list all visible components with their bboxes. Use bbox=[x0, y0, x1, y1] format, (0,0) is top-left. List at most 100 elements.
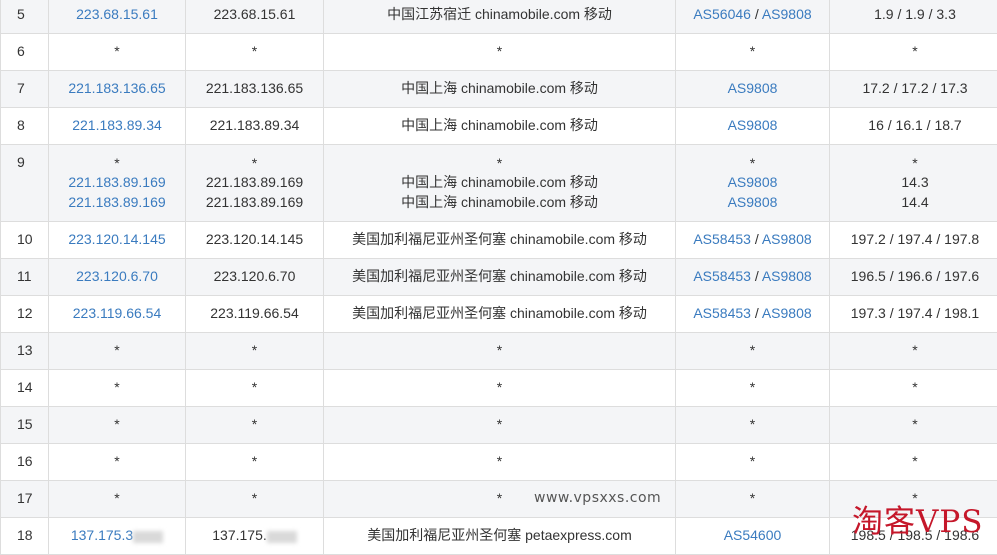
hop-number: 14 bbox=[1, 370, 49, 407]
asn-link[interactable]: AS9808 bbox=[762, 268, 812, 284]
location: 美国加利福尼亚州圣何塞 petaexpress.com bbox=[324, 518, 676, 555]
brand-watermark: 淘客VPS bbox=[852, 496, 983, 541]
ip-placeholder: * bbox=[49, 407, 186, 444]
hop-number: 11 bbox=[1, 259, 49, 296]
hostname: 221.183.89.169 bbox=[186, 193, 323, 213]
location: 中国上海 chinamobile.com 移动 bbox=[324, 173, 675, 193]
rtt: 14.4 bbox=[830, 193, 997, 213]
table-row: 17 * * * * * bbox=[1, 481, 997, 518]
hostname: 137.175. bbox=[212, 527, 267, 543]
redacted-mask bbox=[267, 531, 297, 543]
table-row: 6 * * * * * bbox=[1, 34, 997, 71]
hop-number: 13 bbox=[1, 333, 49, 370]
asn-link[interactable]: AS54600 bbox=[724, 527, 782, 543]
rtt: * bbox=[830, 407, 997, 444]
table-row: 7 221.183.136.65 221.183.136.65 中国上海 chi… bbox=[1, 71, 997, 108]
asn-placeholder: * bbox=[676, 154, 829, 174]
asn-link[interactable]: AS9808 bbox=[762, 231, 812, 247]
asn-placeholder: * bbox=[676, 370, 830, 407]
table-row: 5 223.68.15.61 223.68.15.61 中国江苏宿迁 china… bbox=[1, 0, 997, 34]
ip-link[interactable]: 223.120.6.70 bbox=[76, 268, 158, 284]
table-row: 15 * * * * * bbox=[1, 407, 997, 444]
asn-link[interactable]: AS58453 bbox=[693, 305, 751, 321]
asn-link[interactable]: AS9808 bbox=[762, 6, 812, 22]
hop-number: 18 bbox=[1, 518, 49, 555]
asn-placeholder: * bbox=[676, 34, 830, 71]
asn-placeholder: * bbox=[676, 333, 830, 370]
ip-link[interactable]: 221.183.136.65 bbox=[68, 80, 165, 96]
rtt: 16 / 16.1 / 18.7 bbox=[830, 108, 997, 145]
rtt: 197.3 / 197.4 / 198.1 bbox=[830, 296, 997, 333]
table-row: 10 223.120.14.145 223.120.14.145 美国加利福尼亚… bbox=[1, 222, 997, 259]
hop-number: 10 bbox=[1, 222, 49, 259]
ip-placeholder: * bbox=[49, 333, 186, 370]
location: * bbox=[324, 444, 676, 481]
hop-number: 16 bbox=[1, 444, 49, 481]
hop-number: 9 bbox=[1, 145, 49, 222]
rtt: 197.2 / 197.4 / 197.8 bbox=[830, 222, 997, 259]
ip-placeholder: * bbox=[49, 370, 186, 407]
hop-number: 8 bbox=[1, 108, 49, 145]
asn-placeholder: * bbox=[676, 481, 830, 518]
ip-placeholder: * bbox=[49, 34, 186, 71]
hop-number: 17 bbox=[1, 481, 49, 518]
location: * bbox=[324, 333, 676, 370]
hostname: 223.119.66.54 bbox=[186, 296, 324, 333]
location: * bbox=[324, 370, 676, 407]
asn-placeholder: * bbox=[676, 407, 830, 444]
rtt: * bbox=[830, 34, 997, 71]
table-row: 13 * * * * * bbox=[1, 333, 997, 370]
location: * bbox=[324, 154, 675, 174]
ip-link[interactable]: 223.119.66.54 bbox=[73, 305, 162, 321]
ip-link[interactable]: 221.183.89.169 bbox=[68, 194, 165, 210]
hostname: 223.120.14.145 bbox=[186, 222, 324, 259]
site-watermark: www.vpsxxs.com bbox=[534, 490, 661, 506]
table-row: 11 223.120.6.70 223.120.6.70 美国加利福尼亚州圣何塞… bbox=[1, 259, 997, 296]
location: 中国上海 chinamobile.com 移动 bbox=[324, 193, 675, 213]
ip-placeholder: * bbox=[49, 154, 185, 174]
asn-link[interactable]: AS9808 bbox=[728, 80, 778, 96]
rtt: 17.2 / 17.2 / 17.3 bbox=[830, 71, 997, 108]
hostname: * bbox=[186, 333, 324, 370]
ip-placeholder: * bbox=[49, 481, 186, 518]
hostname: * bbox=[186, 481, 324, 518]
rtt: * bbox=[830, 333, 997, 370]
asn-link[interactable]: AS9808 bbox=[728, 194, 778, 210]
asn-link[interactable]: AS9808 bbox=[728, 117, 778, 133]
asn-link[interactable]: AS56046 bbox=[693, 6, 751, 22]
hostname: 223.68.15.61 bbox=[186, 0, 324, 34]
ip-placeholder: * bbox=[49, 444, 186, 481]
hostname: 221.183.89.169 bbox=[186, 173, 323, 193]
asn-link[interactable]: AS9808 bbox=[762, 305, 812, 321]
table-row: 8 221.183.89.34 221.183.89.34 中国上海 china… bbox=[1, 108, 997, 145]
ip-link[interactable]: 221.183.89.34 bbox=[72, 117, 162, 133]
ip-link[interactable]: 223.68.15.61 bbox=[76, 6, 158, 22]
hostname: * bbox=[186, 370, 324, 407]
hop-number: 12 bbox=[1, 296, 49, 333]
rtt: 1.9 / 1.9 / 3.3 bbox=[830, 0, 997, 34]
hostname: * bbox=[186, 407, 324, 444]
hop-number: 7 bbox=[1, 71, 49, 108]
hop-number: 15 bbox=[1, 407, 49, 444]
hostname: * bbox=[186, 154, 323, 174]
asn-link[interactable]: AS9808 bbox=[728, 174, 778, 190]
rtt: 14.3 bbox=[830, 173, 997, 193]
rtt: * bbox=[830, 370, 997, 407]
hostname: 223.120.6.70 bbox=[186, 259, 324, 296]
location: 中国上海 chinamobile.com 移动 bbox=[324, 108, 676, 145]
location: 中国上海 chinamobile.com 移动 bbox=[324, 71, 676, 108]
location: * bbox=[324, 34, 676, 71]
ip-link[interactable]: 137.175.3 bbox=[71, 527, 133, 543]
location: 美国加利福尼亚州圣何塞 chinamobile.com 移动 bbox=[324, 259, 676, 296]
table-row: 16 * * * * * bbox=[1, 444, 997, 481]
asn-link[interactable]: AS58453 bbox=[693, 268, 751, 284]
table-row: 14 * * * * * bbox=[1, 370, 997, 407]
ip-link[interactable]: 221.183.89.169 bbox=[68, 174, 165, 190]
ip-link[interactable]: 223.120.14.145 bbox=[68, 231, 165, 247]
rtt: * bbox=[830, 154, 997, 174]
hostname: 221.183.89.34 bbox=[186, 108, 324, 145]
asn-link[interactable]: AS58453 bbox=[693, 231, 751, 247]
table-row: 9 * 221.183.89.169 221.183.89.169 * 221.… bbox=[1, 145, 997, 222]
table-row: 12 223.119.66.54 223.119.66.54 美国加利福尼亚州圣… bbox=[1, 296, 997, 333]
table-row: 18 137.175.3 137.175. 美国加利福尼亚州圣何塞 petaex… bbox=[1, 518, 997, 555]
